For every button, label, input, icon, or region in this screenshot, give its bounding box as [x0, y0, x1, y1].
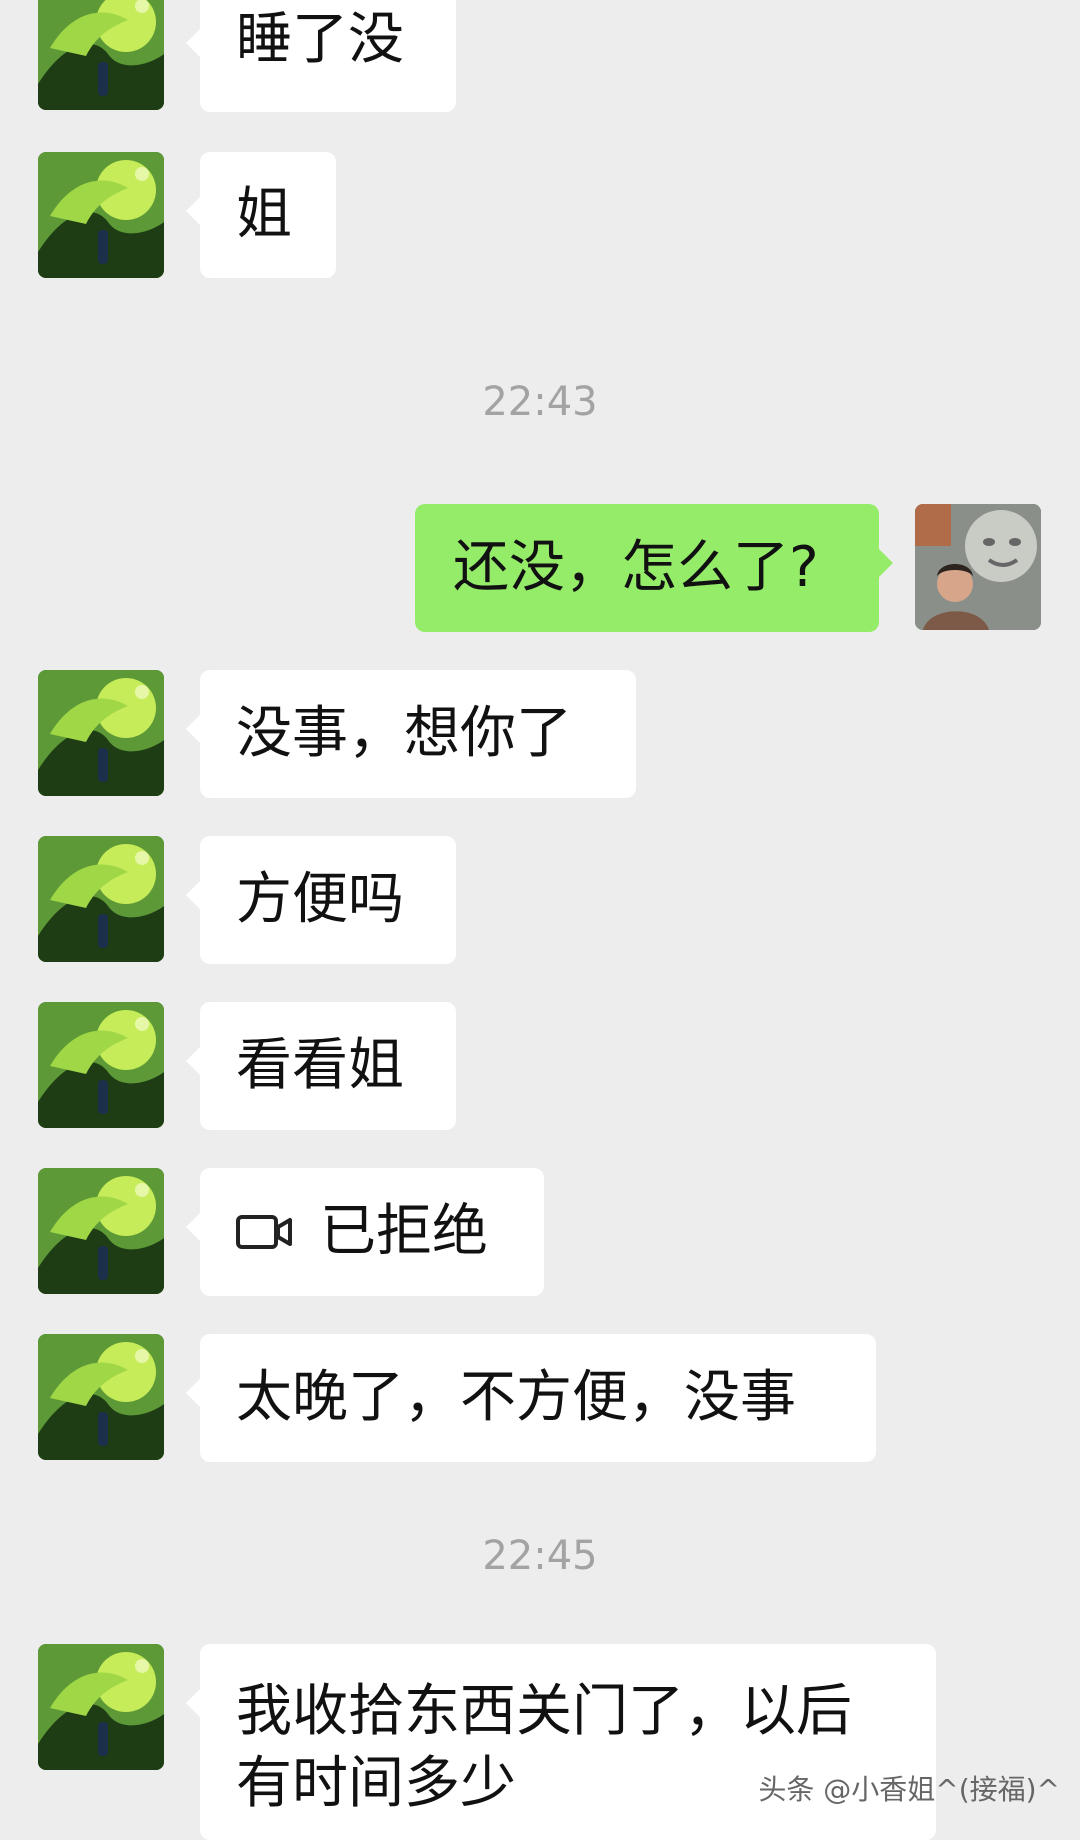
message-text: 没事，想你了	[236, 701, 572, 766]
message-text: 看看姐	[236, 1033, 404, 1098]
contact-avatar[interactable]	[38, 1002, 164, 1128]
watermark: 头条 @小香姐^(接福)^	[758, 1773, 1060, 1806]
message-text: 还没，怎么了?	[453, 535, 819, 600]
message-text: 姐	[236, 182, 292, 247]
message-bubble[interactable]: 太晚了，不方便，没事	[186, 1334, 876, 1462]
message-text: 太晚了，不方便，没事	[236, 1365, 796, 1430]
contact-avatar[interactable]	[38, 670, 164, 796]
timestamp: 22:45	[482, 1533, 598, 1579]
video-call-bubble[interactable]: 已拒绝	[186, 1168, 544, 1296]
message-bubble[interactable]: 还没，怎么了?	[415, 504, 893, 632]
message-bubble[interactable]: 姐	[186, 152, 336, 278]
message-text: 睡了没	[236, 7, 404, 72]
chat-area: 睡了没 姐 22:43 还没，怎么了? 没事，想你了 方便吗 看看姐 已拒绝 太…	[0, 0, 1080, 1840]
message-bubble[interactable]: 睡了没	[186, 0, 456, 112]
video-camera-icon	[236, 1196, 294, 1268]
message-text: 方便吗	[236, 867, 404, 932]
contact-avatar[interactable]	[38, 1644, 164, 1770]
contact-avatar[interactable]	[38, 1168, 164, 1294]
message-bubble[interactable]: 方便吗	[186, 836, 456, 964]
call-status-text: 已拒绝	[320, 1199, 488, 1264]
contact-avatar[interactable]	[38, 0, 164, 110]
message-bubble[interactable]: 看看姐	[186, 1002, 456, 1130]
my-avatar[interactable]	[915, 504, 1041, 630]
message-bubble[interactable]: 我收拾东西关门了，以后 有时间多少	[186, 1644, 936, 1840]
contact-avatar[interactable]	[38, 836, 164, 962]
timestamp: 22:43	[482, 379, 598, 425]
contact-avatar[interactable]	[38, 152, 164, 278]
message-bubble[interactable]: 没事，想你了	[186, 670, 636, 798]
message-text-line-1: 我收拾东西关门了，以后	[236, 1679, 852, 1744]
contact-avatar[interactable]	[38, 1334, 164, 1460]
